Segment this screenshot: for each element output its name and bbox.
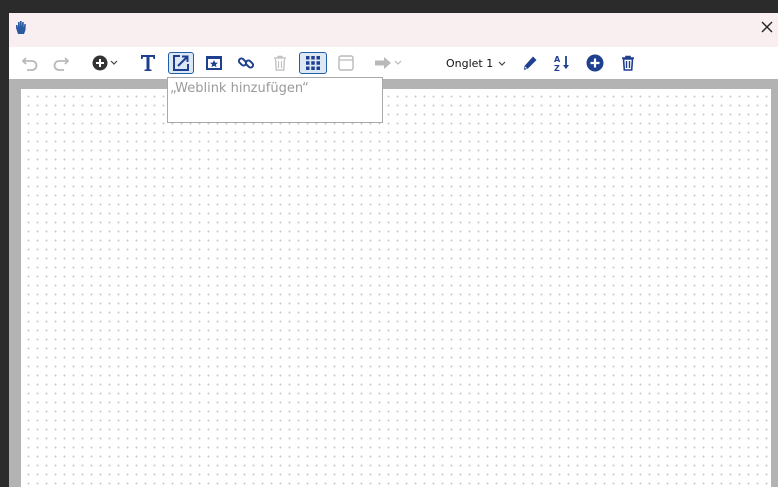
delete-tab-button[interactable] (617, 52, 639, 74)
star-card-icon (205, 55, 223, 71)
tab-selector[interactable]: Onglet 1 (446, 52, 506, 74)
add-circle-icon (92, 55, 108, 71)
arrow-dropdown[interactable] (371, 52, 405, 74)
delete-element-button[interactable] (269, 52, 291, 74)
arrow-right-icon (374, 56, 392, 70)
weblink-icon (172, 54, 190, 72)
redo-button[interactable] (50, 52, 72, 74)
link-elements-button[interactable] (235, 52, 257, 74)
add-text-button[interactable] (136, 52, 160, 74)
close-icon (760, 19, 774, 38)
add-weblink-button[interactable] (168, 52, 194, 74)
top-strip (0, 0, 778, 13)
text-icon (140, 54, 156, 72)
add-card-button[interactable] (203, 52, 225, 74)
link-icon (237, 54, 255, 72)
chevron-down-icon (394, 60, 402, 66)
rename-tab-button[interactable] (519, 52, 541, 74)
chevron-down-icon (498, 57, 506, 70)
frame-button[interactable] (335, 52, 357, 74)
close-button[interactable] (756, 17, 778, 39)
canvas-frame (9, 79, 778, 487)
undo-icon (21, 55, 39, 71)
undo-button[interactable] (19, 52, 41, 74)
svg-text:Z: Z (554, 64, 560, 72)
hand-icon (13, 19, 29, 35)
grid-icon (305, 55, 321, 71)
add-tab-icon (586, 54, 604, 72)
frame-icon (338, 55, 354, 71)
dotted-canvas[interactable] (21, 89, 771, 487)
pencil-icon (522, 55, 538, 71)
grid-toggle-button[interactable] (299, 52, 327, 74)
tooltip-text: „Weblink hinzufügen“ (170, 81, 309, 96)
svg-text:A: A (554, 55, 561, 64)
sort-tabs-button[interactable]: A Z (551, 52, 573, 74)
tab-selector-label: Onglet 1 (446, 56, 494, 70)
redo-icon (52, 55, 70, 71)
weblink-tooltip: „Weblink hinzufügen“ (167, 77, 383, 123)
toolbar: Onglet 1 A Z (9, 47, 778, 79)
add-element-dropdown[interactable] (88, 52, 122, 74)
trash-disabled-icon (273, 55, 287, 71)
delete-tab-icon (621, 55, 635, 71)
title-bar (9, 13, 778, 47)
add-tab-button[interactable] (584, 52, 606, 74)
chevron-down-icon (110, 60, 118, 66)
app-window: Onglet 1 A Z „Weblink hinzufügen“ (9, 13, 778, 487)
sort-az-icon: A Z (553, 54, 571, 72)
